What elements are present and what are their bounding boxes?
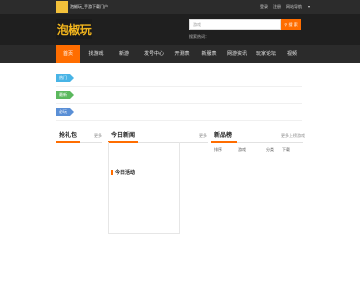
news-more-link[interactable]: 更多	[199, 133, 207, 139]
divider	[56, 103, 302, 104]
nav-item-new-servers[interactable]: 新服表	[197, 45, 221, 63]
nav-item-test-schedule[interactable]: 开测表	[170, 45, 194, 63]
column-header-downloads: 下载	[282, 147, 290, 152]
nav-item-video[interactable]: 视频	[282, 45, 302, 63]
top-links: 登录 注册 网站导航 ▾	[260, 3, 320, 11]
search-placeholder: 游戏	[193, 22, 201, 27]
newlist-panel-underline	[211, 141, 237, 143]
column-header-game: 游戏	[238, 147, 246, 152]
search-input[interactable]: 游戏	[189, 19, 281, 30]
header-band	[0, 14, 360, 45]
column-header-category: 分类	[266, 147, 274, 152]
nav-item-find-games[interactable]: 找游戏	[83, 45, 109, 63]
column-header-rank: 排序	[214, 147, 222, 152]
site-nav-dropdown[interactable]: 网站导航 ▾	[286, 4, 315, 9]
search-button[interactable]: ⚲ 搜 索	[281, 19, 301, 30]
gift-panel-title: 抢礼包	[59, 132, 78, 139]
tag-must-play[interactable]: 必玩	[56, 108, 74, 116]
nav-item-forum[interactable]: 玩家论坛	[252, 45, 280, 63]
divider	[56, 120, 302, 121]
login-link[interactable]: 登录	[260, 4, 268, 9]
top-logo-thumbnail[interactable]	[56, 1, 68, 13]
gift-panel-underline	[56, 141, 80, 143]
divider	[56, 86, 302, 87]
caret-down-icon: ▾	[308, 4, 311, 9]
search-button-label: 搜 索	[288, 22, 298, 27]
nav-item-home[interactable]: 首页	[56, 45, 80, 63]
nav-item-game-news[interactable]: 网游资讯	[223, 45, 251, 63]
news-panel-title: 今日新闻	[111, 132, 136, 139]
search-icon: ⚲	[284, 22, 288, 27]
today-activity-heading: 今日活动	[111, 170, 135, 177]
newlist-more-link[interactable]: 更多上榜游戏	[281, 133, 305, 139]
nav-item-new-games[interactable]: 新游	[112, 45, 136, 63]
newlist-panel-title: 新品榜	[214, 132, 233, 139]
tag-new[interactable]: 最新	[56, 91, 74, 99]
site-nav-label: 网站导航	[286, 4, 302, 9]
page-root: 泡椒玩_手游下载门户 登录 注册 网站导航 ▾ 泡椒玩 游戏 ⚲ 搜 索 搜索热词： …	[0, 0, 360, 300]
gift-more-link[interactable]: 更多	[94, 133, 102, 139]
register-link[interactable]: 注册	[273, 4, 281, 9]
news-list-box	[108, 142, 180, 234]
hot-search-label: 搜索热词：	[189, 34, 209, 39]
tag-hot[interactable]: 热门	[56, 74, 74, 82]
logo-text: 泡椒玩	[56, 22, 92, 37]
nav-item-gift-center[interactable]: 发号中心	[139, 45, 169, 63]
site-slogan: 泡椒玩_手游下载门户	[70, 4, 108, 9]
site-logo[interactable]: 泡椒玩	[56, 19, 92, 39]
